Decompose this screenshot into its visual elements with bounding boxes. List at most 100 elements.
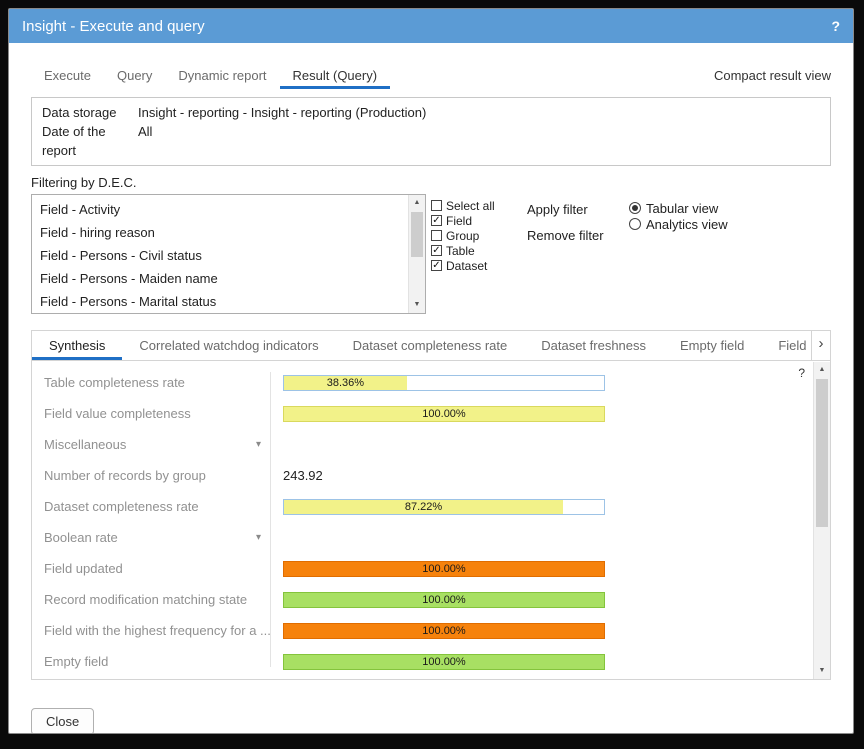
tab-result-query[interactable]: Result (Query) [280, 68, 391, 89]
dec-filter-list: Field - ActivityField - hiring reasonFie… [32, 195, 408, 313]
indicator-bar-value: 87.22% [284, 500, 563, 514]
result-tabs: SynthesisCorrelated watchdog indicatorsD… [32, 331, 810, 360]
checkbox-icon [431, 230, 442, 241]
row-value: 100.00% [283, 592, 605, 608]
help-icon[interactable]: ? [831, 18, 840, 34]
listbox-scrollbar[interactable]: ▲ ▼ [408, 195, 425, 313]
main-tabbar: ExecuteQueryDynamic reportResult (Query)… [9, 65, 853, 89]
tab-execute[interactable]: Execute [31, 68, 104, 89]
indicator-bar-value: 100.00% [284, 624, 604, 638]
indicator-row-number-of-records-by-group: Number of records by group 243.92 [32, 460, 830, 491]
result-tab-correlated-watchdog-indicators[interactable]: Correlated watchdog indicators [122, 331, 335, 360]
checkbox-group[interactable]: Group [431, 228, 511, 243]
report-info-row: Data storageInsight - reporting - Insigh… [42, 103, 820, 122]
info-label: Data storage [42, 103, 138, 122]
chevron-down-icon[interactable]: ▾ [256, 439, 270, 450]
row-value: 100.00% [283, 406, 605, 422]
chevron-down-icon[interactable]: ▾ [256, 532, 270, 543]
synthesis-content: Table completeness rate 38.36% Field value… [32, 362, 830, 679]
checkbox-icon: ✓ [431, 260, 442, 271]
filter-actions: Apply filter Remove filter [527, 194, 617, 254]
checkbox-select-all[interactable]: Select all [431, 198, 511, 213]
checkbox-label: Field [446, 214, 472, 228]
indicator-bar: 87.22% [283, 499, 605, 515]
radio-tabular-view[interactable]: Tabular view [629, 200, 728, 216]
indicator-bar-value: 100.00% [284, 562, 604, 576]
row-label: Field with the highest frequency for a .… [32, 623, 270, 638]
group-row-boolean-rate: Boolean rate▾ [32, 522, 830, 553]
results-scroll-up-icon[interactable]: ▲ [814, 362, 830, 378]
indicator-row-empty-field: Empty field 100.00% [32, 646, 830, 677]
row-label: Field updated [32, 561, 270, 576]
checkbox-dataset[interactable]: ✓ Dataset [431, 258, 511, 273]
indicator-bar-value: 38.36% [284, 376, 407, 390]
dec-list-item[interactable]: Field - Persons - Marital status [32, 290, 408, 313]
row-value: 243.92 [283, 467, 605, 485]
result-tab-dataset-completeness-rate[interactable]: Dataset completeness rate [336, 331, 525, 360]
row-value: 38.36% [283, 375, 605, 391]
tab-dynamic-report[interactable]: Dynamic report [165, 68, 279, 89]
results-scroll-down-icon[interactable]: ▼ [814, 663, 830, 679]
compact-result-view-link[interactable]: Compact result view [714, 68, 831, 89]
result-tab-synthesis[interactable]: Synthesis [32, 331, 122, 360]
results-panel: SynthesisCorrelated watchdog indicatorsD… [31, 330, 831, 680]
indicator-bar: 38.36% [283, 375, 605, 391]
indicator-row-record-modification-matching-state: Record modification matching state 100.00… [32, 584, 830, 615]
row-value: 100.00% [283, 623, 605, 639]
result-tabbar: SynthesisCorrelated watchdog indicatorsD… [32, 331, 830, 361]
info-value: Insight - reporting - Insight - reportin… [138, 103, 426, 122]
indicator-row-field-value-completeness: Field value completeness 100.00% [32, 398, 830, 429]
close-button[interactable]: Close [31, 708, 94, 734]
info-value: All [138, 122, 152, 160]
group-row-miscellaneous: Miscellaneous▾ [32, 429, 830, 460]
result-tab-field-compliance-ap[interactable]: Field compliance ap [761, 331, 810, 360]
radio-icon [629, 202, 641, 214]
radio-analytics-view[interactable]: Analytics view [629, 216, 728, 232]
tab-query[interactable]: Query [104, 68, 165, 89]
dec-list-item[interactable]: Field - Persons - Civil status [32, 244, 408, 267]
row-label: Number of records by group [32, 468, 270, 483]
main-tabs: ExecuteQueryDynamic reportResult (Query) [31, 68, 390, 89]
results-scrollbar-thumb[interactable] [816, 379, 828, 527]
listbox-scrollbar-thumb[interactable] [411, 212, 423, 257]
radio-label: Analytics view [646, 217, 728, 232]
row-label: Empty field [32, 654, 270, 669]
row-label: Dataset completeness rate [32, 499, 270, 514]
info-label: Date of the report [42, 122, 138, 160]
row-label: Boolean rate▾ [32, 530, 270, 545]
row-label: Table completeness rate [32, 375, 270, 390]
dec-list-item[interactable]: Field - Activity [32, 198, 408, 221]
checkbox-label: Dataset [446, 259, 487, 273]
dec-list-item[interactable]: Field - hiring reason [32, 221, 408, 244]
dialog-footer: Close [31, 708, 831, 734]
checkbox-table[interactable]: ✓Table [431, 243, 511, 258]
apply-filter-button[interactable]: Apply filter [527, 202, 617, 217]
filter-checkbox-group: Select all✓FieldGroup✓Table✓Dataset [431, 194, 511, 273]
checkbox-field[interactable]: ✓ Field [431, 213, 511, 228]
results-scrollbar[interactable]: ▲ ▼ [813, 362, 830, 679]
indicator-bar: 100.00% [283, 406, 605, 422]
indicator-bar-value: 100.00% [284, 407, 604, 421]
scroll-down-icon[interactable]: ▼ [409, 297, 425, 313]
checkbox-icon: ✓ [431, 215, 442, 226]
dec-filter-listbox[interactable]: Field - ActivityField - hiring reasonFie… [31, 194, 426, 314]
indicator-bar: 100.00% [283, 561, 605, 577]
row-value: 100.00% [283, 561, 605, 577]
indicator-row-field-with-the-highest-frequency-for-a: Field with the highest frequency for a .… [32, 615, 830, 646]
dec-list-item[interactable]: Field - Persons - Maiden name [32, 267, 408, 290]
scroll-up-icon[interactable]: ▲ [409, 195, 425, 211]
row-label: Record modification matching state [32, 592, 270, 607]
remove-filter-button[interactable]: Remove filter [527, 228, 617, 243]
content-help-icon[interactable]: ? [798, 366, 805, 380]
result-tab-dataset-freshness[interactable]: Dataset freshness [524, 331, 663, 360]
result-tab-empty-field[interactable]: Empty field [663, 331, 761, 360]
tab-scroll-right-icon[interactable]: › [811, 331, 830, 360]
report-info-box: Data storageInsight - reporting - Insigh… [31, 97, 831, 166]
insight-execute-query-dialog: Insight - Execute and query ? ExecuteQue… [8, 8, 854, 734]
row-text-value: 243.92 [283, 468, 323, 483]
indicator-bar: 100.00% [283, 654, 605, 670]
indicator-bar-value: 100.00% [284, 655, 604, 669]
label-value-divider [270, 372, 271, 667]
checkbox-icon: ✓ [431, 245, 442, 256]
row-label: Field value completeness [32, 406, 270, 421]
